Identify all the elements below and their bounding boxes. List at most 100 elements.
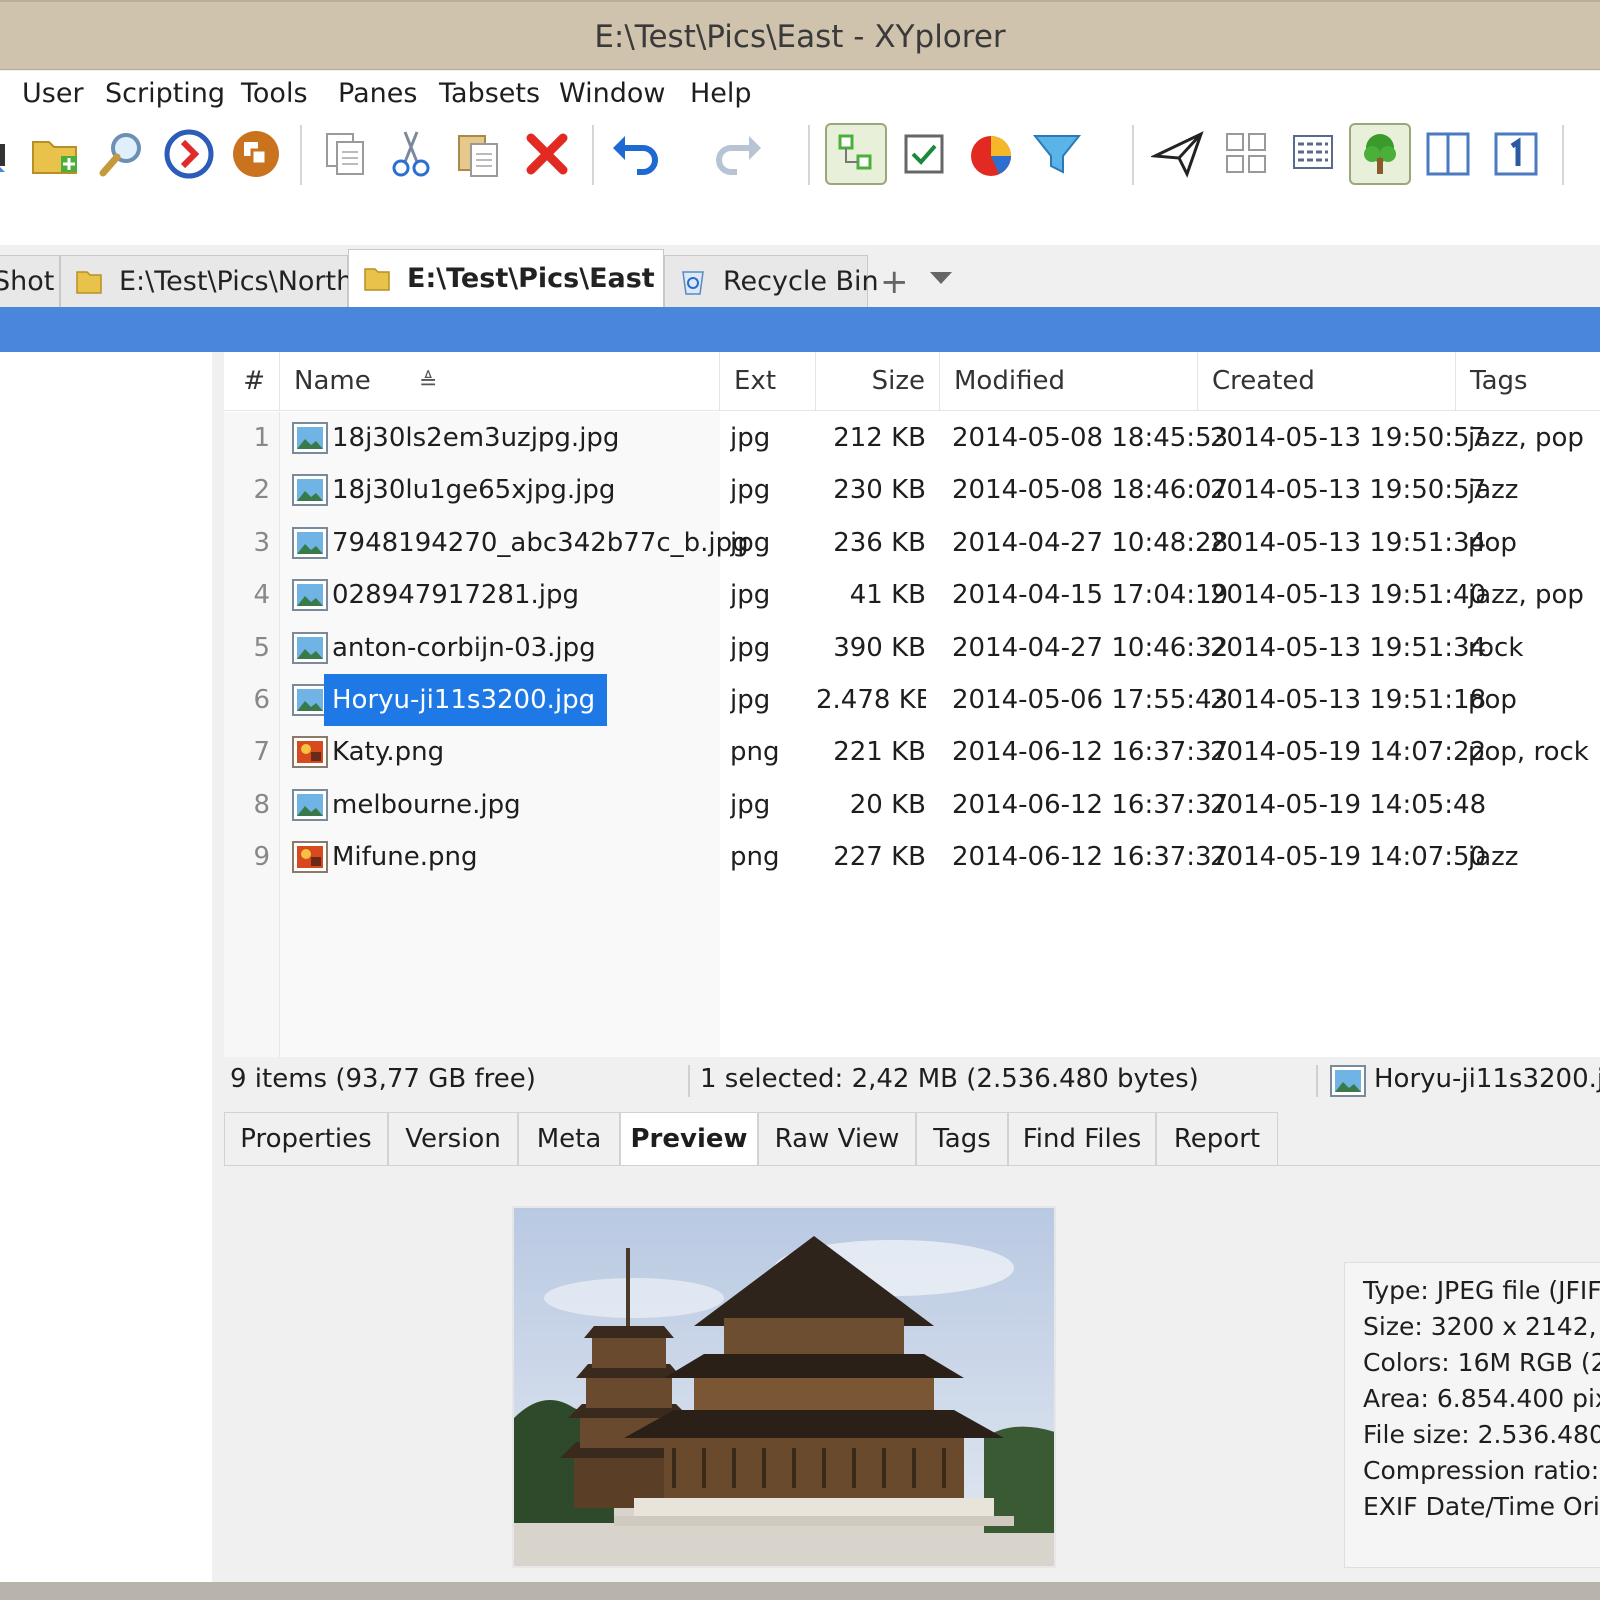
tab-recycle-bin[interactable]: Recycle Bin bbox=[664, 255, 879, 307]
tab-list-chevron-down-icon[interactable] bbox=[930, 272, 952, 284]
tab-version[interactable]: Version bbox=[388, 1112, 518, 1166]
table-row[interactable]: 3 7948194270_abc342b77c_b.jpg jpg 236 KB 201… bbox=[224, 517, 1600, 569]
file-name[interactable]: 028947917281.jpg bbox=[324, 569, 591, 621]
undo-icon[interactable] bbox=[606, 123, 668, 185]
file-name[interactable]: Horyu-ji11s3200.jpg bbox=[324, 674, 608, 726]
column-header-label: # bbox=[243, 366, 265, 396]
file-ext: jpg bbox=[730, 685, 771, 715]
single-pane-icon[interactable] bbox=[1485, 123, 1547, 185]
row-number: 1 bbox=[253, 423, 270, 453]
table-row[interactable]: 7 Katy.png png 221 KB 2014-06-12 16:37:37 201… bbox=[224, 726, 1600, 778]
file-modified: 2014-05-08 18:46:07 bbox=[952, 475, 1229, 506]
file-name[interactable]: 18j30lu1ge65xjpg.jpg bbox=[324, 464, 627, 516]
find-files-icon[interactable] bbox=[90, 123, 152, 185]
header-divider bbox=[224, 410, 1600, 411]
file-modified: 2014-05-06 17:55:43 bbox=[952, 685, 1229, 715]
file-created: 2014-05-13 19:51:34 bbox=[1210, 527, 1487, 558]
status-divider bbox=[688, 1065, 690, 1097]
file-name[interactable]: Mifune.png bbox=[324, 831, 490, 883]
tab-label: Properties bbox=[240, 1124, 372, 1154]
column-header-name[interactable]: Name ≜ bbox=[280, 352, 720, 410]
toolbar-separator bbox=[592, 125, 594, 185]
column-header-size[interactable]: Size bbox=[816, 352, 940, 410]
menu-panes[interactable]: Panes bbox=[338, 75, 417, 113]
png-file-icon bbox=[292, 841, 328, 874]
row-number: 8 bbox=[253, 789, 270, 820]
table-row[interactable]: 1 18j30ls2em3uzjpg.jpg jpg 212 KB 2014-05-08… bbox=[224, 412, 1600, 464]
tree-icon[interactable] bbox=[825, 123, 887, 185]
file-tags: pop bbox=[1468, 685, 1517, 715]
delete-icon[interactable] bbox=[516, 123, 578, 185]
column-header-tags[interactable]: Tags bbox=[1456, 352, 1600, 410]
column-header-ext[interactable]: Ext bbox=[720, 352, 816, 410]
cut-icon[interactable] bbox=[380, 123, 442, 185]
table-row[interactable]: 4 028947917281.jpg jpg 41 KB 2014-04-15 17:0… bbox=[224, 569, 1600, 621]
column-header-modified[interactable]: Modified bbox=[940, 352, 1198, 410]
column-header-label: Name bbox=[294, 366, 371, 396]
add-tab-button[interactable]: + bbox=[880, 262, 909, 302]
tree-green-icon[interactable] bbox=[1349, 123, 1411, 185]
tab-raw-view[interactable]: Raw View bbox=[758, 1112, 916, 1166]
column-header-num[interactable]: # bbox=[224, 352, 280, 410]
filter-icon[interactable] bbox=[1026, 123, 1088, 185]
title-bar: E:\Test\Pics\East - XYplorer bbox=[0, 0, 1600, 70]
file-created: 2014-05-19 14:05:48 bbox=[1210, 789, 1487, 820]
table-row[interactable]: 9 Mifune.png png 227 KB 2014-06-12 16:37:37 2… bbox=[224, 831, 1600, 883]
send-icon[interactable] bbox=[1148, 123, 1210, 185]
table-row[interactable]: 5 anton-corbijn-03.jpg jpg 390 KB 2014-04-27… bbox=[224, 622, 1600, 674]
go-icon[interactable] bbox=[158, 123, 220, 185]
tab-find-files[interactable]: Find Files bbox=[1008, 1112, 1156, 1166]
tab-meta[interactable]: Meta bbox=[518, 1112, 620, 1166]
toolbar-separator bbox=[1562, 125, 1564, 185]
file-size: 41 KB bbox=[849, 580, 926, 611]
navigation-tree-pane[interactable] bbox=[0, 352, 212, 1582]
tab-shot[interactable]: Shot bbox=[0, 255, 60, 307]
tab-tags[interactable]: Tags bbox=[916, 1112, 1008, 1166]
dual-icon[interactable] bbox=[1216, 123, 1278, 185]
info-exif-date: EXIF Date/Time Orig bbox=[1363, 1492, 1600, 1521]
menu-tabsets[interactable]: Tabsets bbox=[439, 75, 540, 113]
menu-help[interactable]: Help bbox=[690, 75, 752, 113]
column-header-created[interactable]: Created bbox=[1198, 352, 1456, 410]
pie-chart-icon[interactable] bbox=[960, 123, 1022, 185]
menu-user[interactable]: User bbox=[22, 75, 84, 113]
file-name[interactable]: Katy.png bbox=[324, 726, 456, 778]
new-folder-icon[interactable] bbox=[24, 123, 86, 185]
folder-icon bbox=[364, 267, 390, 291]
file-name[interactable]: melbourne.jpg bbox=[324, 779, 533, 831]
menu-window[interactable]: Window bbox=[559, 75, 665, 113]
jpg-file-icon bbox=[292, 631, 328, 664]
file-created: 2014-05-19 14:07:22 bbox=[1210, 737, 1487, 768]
partial-icon[interactable] bbox=[0, 123, 24, 185]
tab-north[interactable]: E:\Test\Pics\North bbox=[60, 255, 353, 307]
table-row[interactable]: 6 Horyu-ji11s3200.jpg jpg 2.478 KB 2014-05-0… bbox=[224, 674, 1600, 726]
file-name[interactable]: 7948194270_abc342b77c_b.jpg bbox=[324, 517, 761, 569]
tab-label: Preview bbox=[630, 1124, 748, 1154]
file-name[interactable]: 18j30ls2em3uzjpg.jpg bbox=[324, 412, 631, 464]
checkbox-icon[interactable] bbox=[893, 123, 955, 185]
menu-tools[interactable]: Tools bbox=[241, 75, 308, 113]
table-row[interactable]: 2 18j30lu1ge65xjpg.jpg jpg 230 KB 2014-05-08… bbox=[224, 464, 1600, 516]
tab-preview[interactable]: Preview bbox=[620, 1112, 758, 1166]
tab-label: Recycle Bin bbox=[723, 266, 879, 297]
tab-east[interactable]: E:\Test\Pics\East ✕ bbox=[348, 249, 694, 307]
table-row[interactable]: 8 melbourne.jpg jpg 20 KB 2014-06-12 16:37:3… bbox=[224, 779, 1600, 831]
columns-icon[interactable] bbox=[1283, 123, 1345, 185]
address-bar[interactable] bbox=[0, 193, 1600, 245]
toolbar bbox=[0, 117, 1600, 274]
row-number: 5 bbox=[253, 632, 270, 663]
redo-icon[interactable] bbox=[706, 123, 768, 185]
folder-icon bbox=[76, 270, 102, 294]
tab-report[interactable]: Report bbox=[1156, 1112, 1278, 1166]
file-size: 227 KB bbox=[833, 842, 926, 873]
copy-to-icon[interactable] bbox=[225, 123, 287, 185]
copy-icon[interactable] bbox=[314, 123, 376, 185]
file-created: 2014-05-13 19:50:57 bbox=[1210, 423, 1487, 453]
row-number: 2 bbox=[253, 475, 270, 506]
file-name[interactable]: anton-corbijn-03.jpg bbox=[324, 622, 608, 674]
toolbar-separator bbox=[1132, 125, 1134, 185]
dual-pane-icon[interactable] bbox=[1417, 123, 1479, 185]
paste-icon[interactable] bbox=[448, 123, 510, 185]
menu-scripting[interactable]: Scripting bbox=[105, 75, 225, 113]
tab-properties[interactable]: Properties bbox=[224, 1112, 388, 1166]
